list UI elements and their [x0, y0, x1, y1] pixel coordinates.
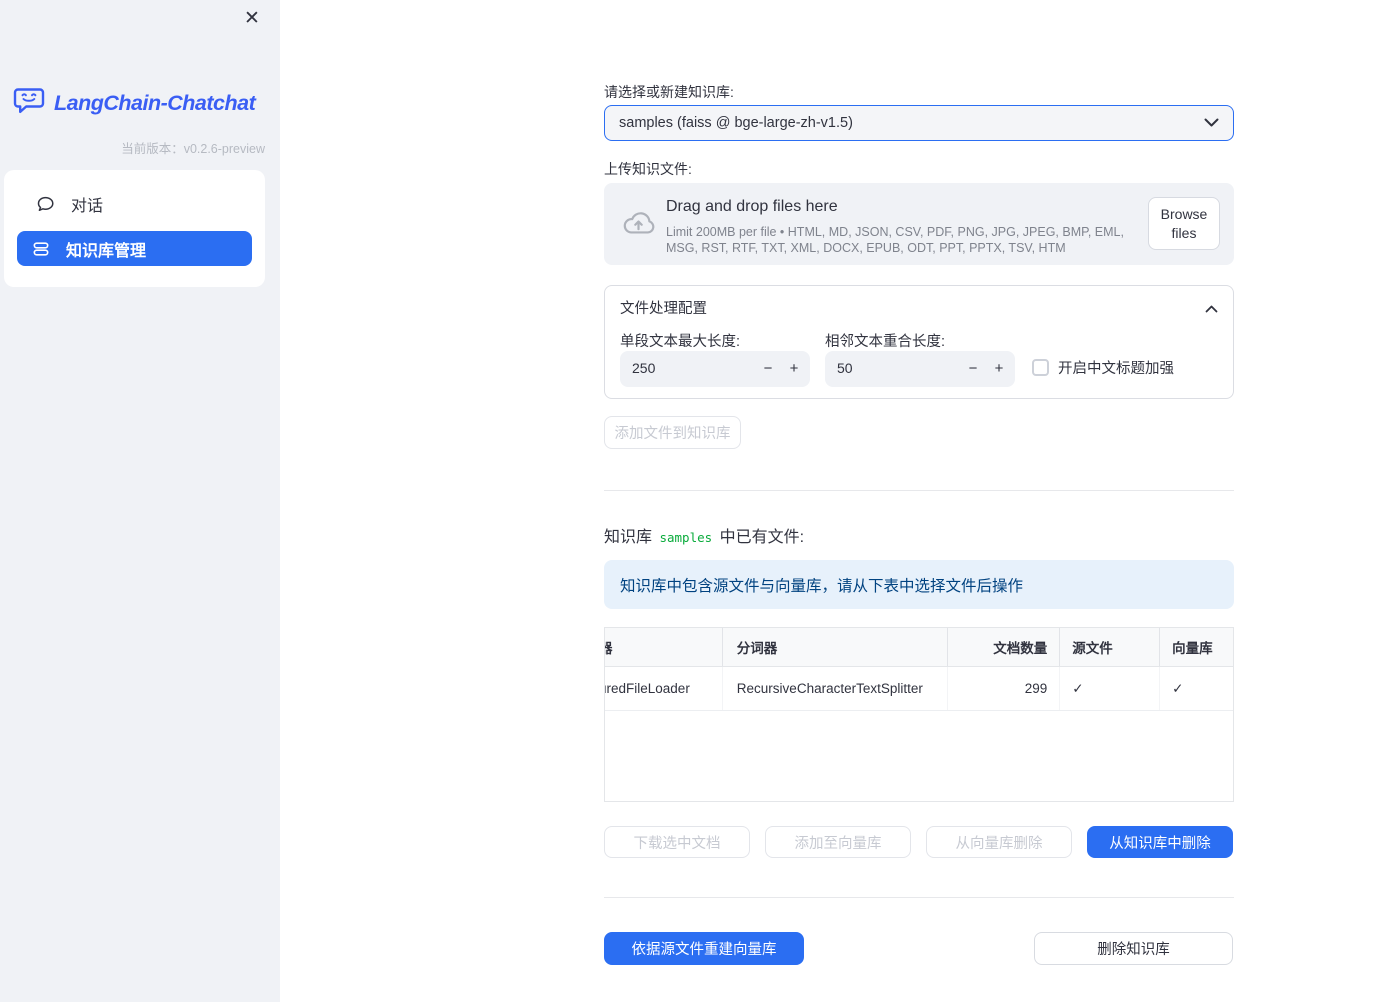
upload-label: 上传知识文件:	[604, 161, 692, 177]
sidebar-item-label: 知识库管理	[66, 242, 147, 260]
rebuild-vector-store-button[interactable]: 依据源文件重建向量库	[604, 932, 804, 965]
app-title: LangChain-Chatchat	[54, 91, 256, 115]
sidebar-menu: 对话 知识库管理	[4, 170, 265, 287]
cell-loader: uredFileLoader	[605, 667, 723, 710]
chunk-size-input[interactable]: 250 − +	[620, 351, 810, 387]
info-banner: 知识库中包含源文件与向量库，请从下表中选择文件后操作	[604, 560, 1234, 609]
divider	[604, 490, 1234, 491]
table-header-row: 器 分词器 文档数量 源文件 向量库	[605, 628, 1233, 667]
browse-files-button[interactable]: Browse files	[1148, 197, 1220, 250]
chevron-down-icon	[1204, 115, 1219, 131]
checkmark-icon: ✓	[1172, 680, 1184, 696]
dropzone-hint: Limit 200MB per file • HTML, MD, JSON, C…	[666, 225, 1124, 255]
add-to-vector-store-button[interactable]: 添加至向量库	[765, 826, 911, 858]
kb-select-value: samples (faiss @ bge-large-zh-v1.5)	[619, 115, 853, 131]
plus-stepper-icon[interactable]: +	[784, 359, 804, 379]
add-files-to-kb-button[interactable]: 添加文件到知识库	[604, 416, 741, 449]
column-header-label: 器	[605, 637, 613, 657]
logo-chat-bubble-icon	[12, 86, 46, 121]
delete-kb-button[interactable]: 删除知识库	[1034, 932, 1233, 965]
sidebar-item-kb-management[interactable]: 知识库管理	[17, 231, 252, 266]
zh-title-checkbox-label: 开启中文标题加强	[1058, 361, 1174, 377]
column-header-vector-store[interactable]: 向量库	[1160, 628, 1233, 666]
column-header-label: 向量库	[1172, 641, 1213, 656]
cloud-upload-icon	[621, 207, 656, 244]
version-info: 当前版本：v0.2.6-preview	[121, 138, 265, 157]
plus-stepper-icon[interactable]: +	[989, 359, 1009, 379]
chunk-overlap-input[interactable]: 50 − +	[825, 351, 1015, 387]
zh-title-checkbox[interactable]	[1032, 359, 1049, 376]
chat-bubble-icon	[35, 194, 56, 215]
kb-files-suffix: 中已有文件:	[719, 529, 805, 546]
cell-value: 299	[1024, 681, 1048, 696]
chunk-size-value: 250	[632, 360, 656, 376]
kb-select-label: 请选择或新建知识库:	[604, 84, 734, 100]
cell-vector-store-check: ✓	[1160, 667, 1233, 710]
chevron-up-icon[interactable]	[1205, 300, 1218, 318]
sidebar-item-dialogue[interactable]: 对话	[17, 182, 252, 226]
app-logo: LangChain-Chatchat	[12, 86, 256, 121]
cell-value: RecursiveCharacterTextSplitter	[736, 681, 923, 696]
cell-splitter: RecursiveCharacterTextSplitter	[723, 667, 949, 710]
app-window: ✕ LangChain-Chatchat 当前版本：v0.2.6-preview	[0, 0, 1380, 1002]
kb-name-code: samples	[659, 530, 713, 545]
version-label: 当前版本：	[121, 142, 184, 156]
close-sidebar-icon[interactable]: ✕	[238, 4, 266, 32]
delete-from-kb-button[interactable]: 从知识库中删除	[1087, 826, 1233, 858]
dropzone-title: Drag and drop files here	[666, 198, 838, 215]
sidebar: ✕ LangChain-Chatchat 当前版本：v0.2.6-preview	[0, 0, 280, 1002]
divider	[604, 897, 1234, 898]
version-value: v0.2.6-preview	[183, 142, 265, 156]
kb-files-table[interactable]: 器 分词器 文档数量 源文件 向量库 uredFileLoader	[604, 627, 1234, 802]
cell-doc-count: 299	[948, 667, 1061, 710]
kb-files-prefix: 知识库	[604, 529, 653, 546]
chunk-overlap-value: 50	[837, 360, 853, 376]
knowledge-base-icon	[31, 239, 51, 259]
kb-files-heading: 知识库 samples 中已有文件:	[604, 523, 804, 547]
cell-value: uredFileLoader	[605, 681, 690, 696]
table-row[interactable]: uredFileLoader RecursiveCharacterTextSpl…	[605, 667, 1233, 711]
expander-title[interactable]: 文件处理配置	[620, 297, 707, 318]
column-header-loader[interactable]: 器	[605, 628, 723, 666]
file-dropzone[interactable]: Drag and drop files here Limit 200MB per…	[604, 183, 1234, 265]
column-header-label: 源文件	[1072, 641, 1113, 656]
download-selected-button[interactable]: 下载选中文档	[604, 826, 750, 858]
zh-title-checkbox-row: 开启中文标题加强	[1032, 357, 1174, 378]
column-header-label: 分词器	[736, 641, 778, 656]
chunk-size-label: 单段文本最大长度:	[620, 334, 741, 350]
kb-select-dropdown[interactable]: samples (faiss @ bge-large-zh-v1.5)	[604, 105, 1234, 141]
main-content: 请选择或新建知识库: samples (faiss @ bge-large-zh…	[604, 0, 1234, 1002]
checkmark-icon: ✓	[1072, 680, 1084, 696]
delete-from-vector-store-button[interactable]: 从向量库删除	[926, 826, 1072, 858]
minus-stepper-icon[interactable]: −	[963, 359, 983, 379]
info-banner-text: 知识库中包含源文件与向量库，请从下表中选择文件后操作	[620, 577, 1024, 595]
file-config-expander: 文件处理配置 单段文本最大长度: 相邻文本重合长度: 250 − + 50 − …	[604, 285, 1234, 399]
cell-source-file-check: ✓	[1060, 667, 1161, 710]
column-header-label: 文档数量	[993, 641, 1048, 656]
minus-stepper-icon[interactable]: −	[758, 359, 778, 379]
chunk-overlap-label: 相邻文本重合长度:	[825, 334, 946, 350]
file-action-buttons: 下载选中文档 添加至向量库 从向量库删除 从知识库中删除	[604, 826, 1234, 858]
column-header-doc-count[interactable]: 文档数量	[948, 628, 1061, 666]
column-header-splitter[interactable]: 分词器	[723, 628, 949, 666]
column-header-source-file[interactable]: 源文件	[1060, 628, 1161, 666]
sidebar-item-label: 对话	[71, 198, 104, 215]
